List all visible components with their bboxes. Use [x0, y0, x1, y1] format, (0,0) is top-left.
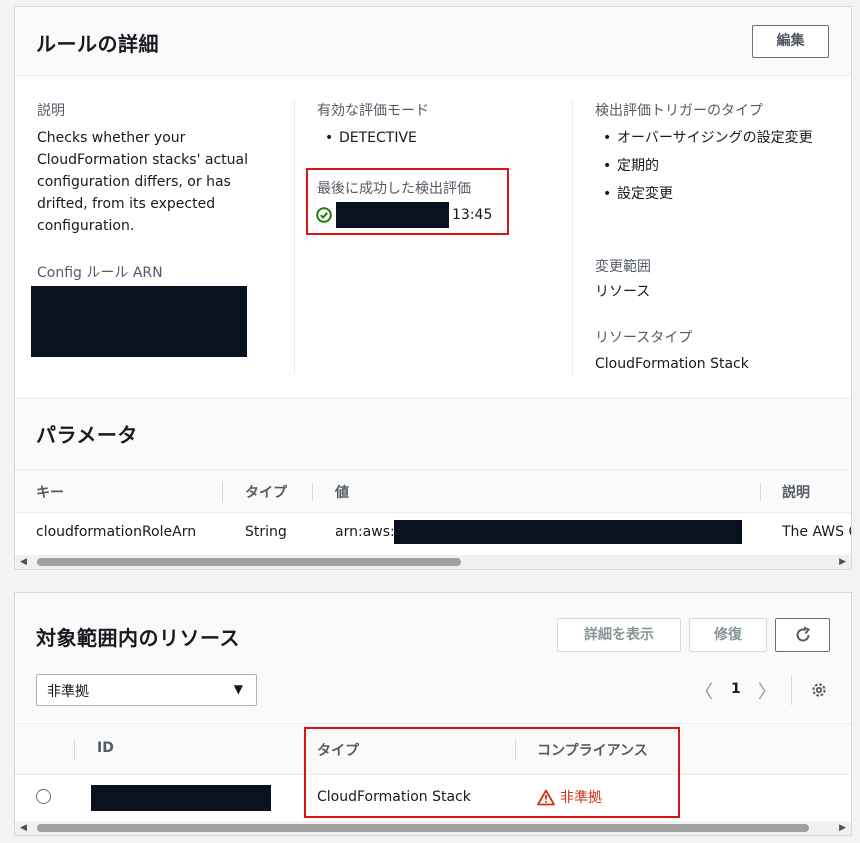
param-col-type[interactable]: タイプ: [245, 482, 287, 502]
eval-mode-label: 有効な評価モード: [317, 103, 429, 119]
col-separator: [312, 482, 313, 502]
refresh-button[interactable]: [775, 618, 830, 652]
param-key: cloudformationRoleArn: [36, 524, 197, 540]
column-divider-2: [572, 100, 573, 374]
resource-id-redaction: [91, 785, 271, 811]
parameters-table-header: キー タイプ 値 説明: [15, 469, 851, 513]
resource-type-value: CloudFormation Stack: [595, 356, 749, 372]
last-eval-label: 最後に成功した検出評価: [317, 181, 471, 197]
chevron-right-icon[interactable]: 〉: [758, 678, 776, 704]
parameters-title: パラメータ: [36, 423, 138, 447]
last-eval-time: 13:45: [452, 207, 493, 223]
page-number[interactable]: 1: [731, 681, 741, 697]
param-value-prefix: arn:aws:: [335, 524, 395, 540]
rule-details-title: ルールの詳細: [36, 32, 159, 56]
param-col-value[interactable]: 値: [335, 482, 349, 502]
parameters-header: パラメータ: [15, 398, 851, 469]
scope-value: リソース: [595, 284, 651, 300]
parameters-table-row: cloudformationRoleArn String arn:aws: Th…: [15, 513, 851, 551]
description-text: Checks whether your CloudFormation stack…: [37, 130, 248, 234]
caret-down-icon: ▼: [233, 682, 243, 696]
eval-mode-list: DETECTIVE: [317, 127, 417, 149]
col-separator: [760, 482, 761, 502]
pagination-divider: [791, 675, 792, 705]
scroll-right-arrow[interactable]: ▶: [839, 555, 846, 569]
remediate-button[interactable]: 修復: [689, 618, 767, 652]
row-select-radio[interactable]: [36, 789, 51, 804]
resources-header: 対象範囲内のリソース 詳細を表示 修復 非準拠 ▼ 〈 1 〉: [15, 593, 851, 719]
col-separator: [74, 740, 75, 760]
col-separator: [222, 482, 223, 502]
param-type: String: [245, 524, 287, 540]
resource-type-label: リソースタイプ: [595, 330, 693, 346]
param-description: The AWS C: [782, 524, 851, 540]
type-compliance-highlight: [304, 727, 680, 818]
trigger-item: 定期的: [595, 155, 835, 177]
gear-icon[interactable]: [810, 681, 828, 699]
config-rule-arn-label: Config ルール ARN: [37, 265, 163, 281]
compliance-filter-select[interactable]: 非準拠 ▼: [36, 674, 257, 706]
rule-details-header: ルールの詳細 編集: [15, 7, 851, 76]
edit-button[interactable]: 編集: [752, 25, 829, 58]
scroll-thumb[interactable]: [37, 558, 461, 566]
resources-scrollbar[interactable]: ◀ ▶: [15, 821, 851, 835]
param-col-key[interactable]: キー: [36, 482, 64, 502]
column-divider-1: [294, 100, 295, 374]
resources-title: 対象範囲内のリソース: [36, 626, 240, 650]
scroll-left-arrow[interactable]: ◀: [20, 555, 27, 569]
refresh-icon: [794, 626, 812, 644]
arn-redaction: [31, 286, 247, 357]
rule-details-panel: ルールの詳細 編集 説明 Checks whether your CloudFo…: [14, 6, 852, 570]
filter-selected-value: 非準拠: [47, 684, 89, 700]
resources-panel: 対象範囲内のリソース 詳細を表示 修復 非準拠 ▼ 〈 1 〉 ID タイプ コ…: [14, 592, 852, 836]
success-check-icon: [316, 207, 332, 223]
eval-mode-item: DETECTIVE: [317, 127, 417, 149]
scope-label: 変更範囲: [595, 259, 651, 275]
trigger-item: オーバーサイジングの設定変更: [595, 127, 835, 149]
res-col-id[interactable]: ID: [97, 740, 114, 756]
param-value-redaction: [394, 520, 742, 544]
parameters-scrollbar[interactable]: ◀ ▶: [15, 555, 851, 569]
scroll-left-arrow[interactable]: ◀: [20, 821, 27, 835]
last-eval-date-redaction: [336, 202, 449, 228]
scroll-thumb[interactable]: [37, 824, 809, 832]
trigger-item: 設定変更: [595, 183, 835, 205]
trigger-type-list: オーバーサイジングの設定変更 定期的 設定変更: [595, 127, 835, 205]
trigger-type-label: 検出評価トリガーのタイプ: [595, 103, 763, 119]
description-label: 説明: [37, 103, 65, 119]
view-details-button[interactable]: 詳細を表示: [557, 618, 681, 652]
param-col-description[interactable]: 説明: [782, 482, 810, 502]
scroll-right-arrow[interactable]: ▶: [839, 821, 846, 835]
chevron-left-icon[interactable]: 〈: [695, 678, 713, 704]
